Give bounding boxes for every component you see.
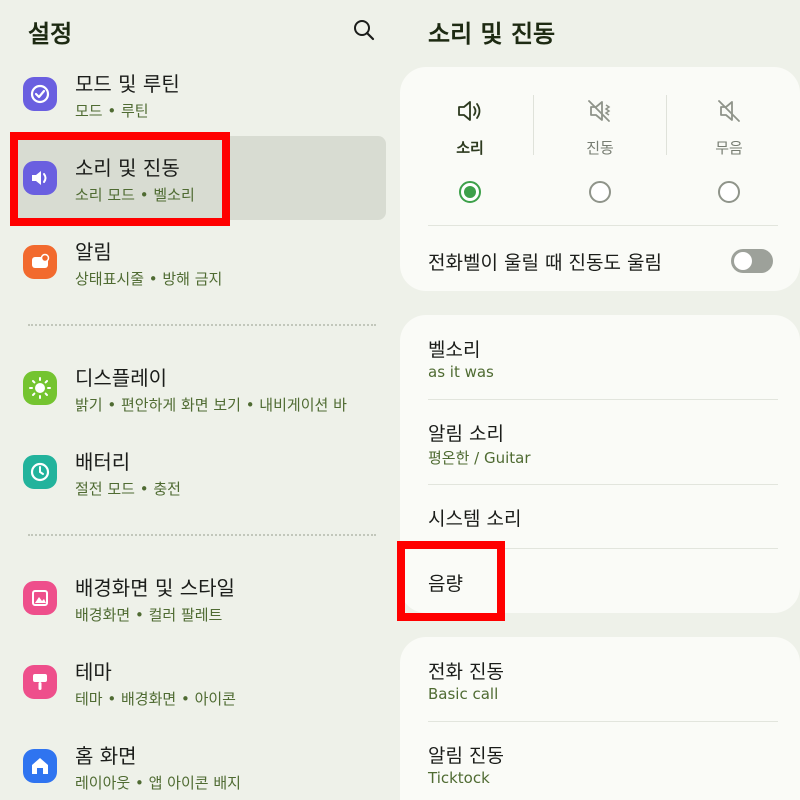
- mute-icon: [718, 100, 740, 122]
- row-divider: [428, 225, 778, 226]
- section-divider: [28, 324, 376, 326]
- search-button[interactable]: [350, 16, 378, 44]
- notification-icon: [23, 245, 57, 279]
- detail-title: 소리 및 진동: [428, 20, 556, 48]
- settings-menu-pane: 설정 모드 및 루틴 모드 • 루틴 소리 및 진동 소리 모드 • 벨소리 알…: [0, 0, 400, 800]
- brightness-icon: [23, 371, 57, 405]
- menu-item-wallpaper-style[interactable]: 배경화면 및 스타일 배경화면 • 컬러 팔레트: [10, 556, 386, 640]
- row-title: 시스템 소리: [428, 508, 522, 530]
- setting-row-notification-sound[interactable]: 알림 소리 평온한 / Guitar: [400, 400, 800, 484]
- mode-option-sound[interactable]: 소리: [405, 67, 535, 227]
- menu-item-subtitle: 밝기 • 편안하게 화면 보기 • 내비게이션 바: [75, 396, 347, 414]
- row-title: 전화 진동: [428, 661, 504, 683]
- mode-option-mute[interactable]: 무음: [664, 67, 794, 227]
- search-icon: [354, 20, 375, 41]
- row-title: 알림 진동: [428, 745, 504, 767]
- mode-radio-vibrate[interactable]: [589, 181, 611, 203]
- menu-item-subtitle: 모드 • 루틴: [75, 102, 149, 120]
- menu-item-subtitle: 배경화면 • 컬러 팔레트: [75, 606, 223, 624]
- sound-mode-card: 소리 진동 무음 전화벨이 울릴 때 진동도 울림: [400, 67, 800, 291]
- menu-item-home-screen[interactable]: 홈 화면 레이아웃 • 앱 아이콘 배지: [10, 724, 386, 800]
- setting-row-ringtone[interactable]: 벨소리 as it was: [400, 315, 800, 399]
- mode-option-vibrate[interactable]: 진동: [535, 67, 665, 227]
- vibrate-icon: [588, 100, 611, 122]
- menu-item-display[interactable]: 디스플레이 밝기 • 편안하게 화면 보기 • 내비게이션 바: [10, 346, 386, 430]
- menu-item-title: 테마: [75, 660, 112, 684]
- vibrate-on-ring-toggle[interactable]: [731, 249, 773, 273]
- mode-label: 진동: [586, 139, 614, 157]
- menu-item-title: 배터리: [75, 450, 131, 474]
- modes-routines-icon: [23, 77, 57, 111]
- vibration-settings-card: 전화 진동 Basic call 알림 진동 Ticktock: [400, 637, 800, 800]
- menu-item-notifications[interactable]: 알림 상태표시줄 • 방해 금지: [10, 220, 386, 304]
- home-icon: [23, 749, 57, 783]
- mode-radio-sound[interactable]: [459, 181, 481, 203]
- battery-icon: [23, 455, 57, 489]
- setting-row-call-vibration[interactable]: 전화 진동 Basic call: [400, 637, 800, 721]
- menu-item-subtitle: 테마 • 배경화면 • 아이콘: [75, 690, 236, 708]
- menu-item-modes-routines[interactable]: 모드 및 루틴 모드 • 루틴: [10, 52, 386, 136]
- setting-row-notification-vibration[interactable]: 알림 진동 Ticktock: [400, 722, 800, 800]
- mode-divider: [533, 95, 534, 155]
- menu-item-title: 모드 및 루틴: [75, 72, 180, 96]
- row-subtitle: as it was: [428, 363, 494, 381]
- menu-item-battery[interactable]: 배터리 절전 모드 • 충전: [10, 430, 386, 514]
- theme-brush-icon: [23, 665, 57, 699]
- section-divider: [28, 534, 376, 536]
- mode-label: 소리: [456, 139, 484, 157]
- wallpaper-icon: [23, 581, 57, 615]
- menu-item-subtitle: 상태표시줄 • 방해 금지: [75, 270, 223, 288]
- row-subtitle: Basic call: [428, 685, 499, 703]
- row-subtitle: Ticktock: [428, 769, 490, 787]
- menu-item-subtitle: 절전 모드 • 충전: [75, 480, 181, 498]
- menu-item-subtitle: 레이아웃 • 앱 아이콘 배지: [75, 774, 241, 792]
- vibrate-on-ring-label: 전화벨이 울릴 때 진동도 울림: [428, 252, 662, 274]
- row-title: 벨소리: [428, 339, 481, 361]
- mode-label: 무음: [715, 139, 743, 157]
- mode-radio-mute[interactable]: [718, 181, 740, 203]
- sound-icon: [458, 101, 481, 121]
- row-subtitle: 평온한 / Guitar: [428, 449, 531, 467]
- menu-item-theme[interactable]: 테마 테마 • 배경화면 • 아이콘: [10, 640, 386, 724]
- page-title: 설정: [28, 20, 73, 48]
- menu-item-title: 배경화면 및 스타일: [75, 576, 235, 600]
- highlight-box: [397, 541, 505, 621]
- toggle-knob: [734, 252, 752, 270]
- menu-item-title: 디스플레이: [75, 366, 167, 390]
- menu-item-title: 홈 화면: [75, 744, 137, 768]
- menu-item-title: 알림: [75, 240, 112, 264]
- row-title: 알림 소리: [428, 423, 504, 445]
- setting-row-system-sound[interactable]: 시스템 소리: [400, 485, 800, 548]
- highlight-box: [10, 132, 230, 226]
